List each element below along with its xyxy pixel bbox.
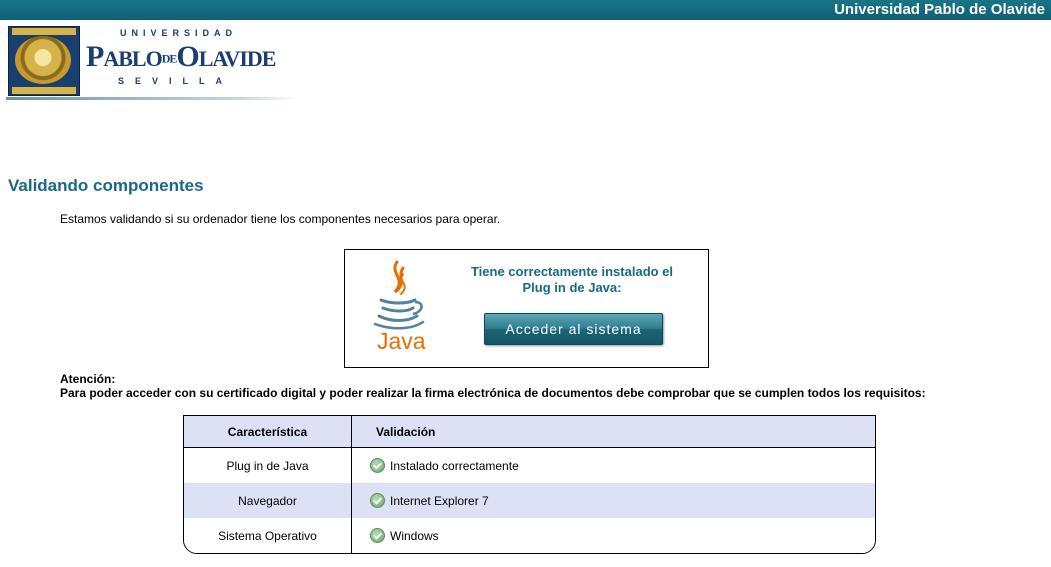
feature-cell: Navegador (184, 483, 352, 518)
page-title: Validando componentes (8, 176, 204, 195)
requirements-table: Característica Validación Plug in de Jav… (183, 415, 876, 554)
table-row: Sistema Operativo Windows (184, 518, 875, 553)
logo-main-text: PABLODEOLAVIDE (86, 40, 276, 73)
check-icon (370, 528, 385, 543)
validation-cell: Instalado correctamente (352, 448, 875, 483)
attention-notice: Atención: Para poder acceder con su cert… (60, 372, 926, 400)
university-logo[interactable]: UNIVERSIDAD PABLODEOLAVIDE SEVILLA (6, 20, 300, 100)
java-status-message: Tiene correctamente instalado el Plug in… (470, 264, 674, 295)
intro-text: Estamos validando si su ordenador tiene … (60, 212, 501, 226)
top-bar-title: Universidad Pablo de Olavide (834, 1, 1045, 18)
table-row: Plug in de Java Instalado correctamente (184, 448, 875, 483)
university-seal-icon (8, 26, 80, 96)
validation-cell: Internet Explorer 7 (352, 483, 875, 518)
logo-bottom-text: SEVILLA (118, 76, 234, 86)
attention-text: Para poder acceder con su certificado di… (60, 386, 926, 400)
table-header: Característica Validación (184, 416, 875, 448)
feature-cell: Plug in de Java (184, 448, 352, 483)
feature-cell: Sistema Operativo (184, 518, 352, 553)
java-logo-text: Java (377, 328, 426, 354)
logo-underline (6, 97, 300, 100)
validation-cell: Windows (352, 518, 875, 553)
column-header-validation: Validación (376, 424, 436, 439)
logo-top-text: UNIVERSIDAD (120, 28, 238, 38)
attention-label: Atención: (60, 372, 116, 386)
java-status-panel: Java Tiene correctamente instalado el Pl… (344, 249, 709, 368)
table-row: Navegador Internet Explorer 7 (184, 483, 875, 518)
top-bar: Universidad Pablo de Olavide (0, 0, 1051, 20)
access-system-button[interactable]: Acceder al sistema (484, 313, 663, 345)
check-icon (370, 458, 385, 473)
column-header-feature: Característica (184, 416, 352, 447)
check-icon (370, 493, 385, 508)
